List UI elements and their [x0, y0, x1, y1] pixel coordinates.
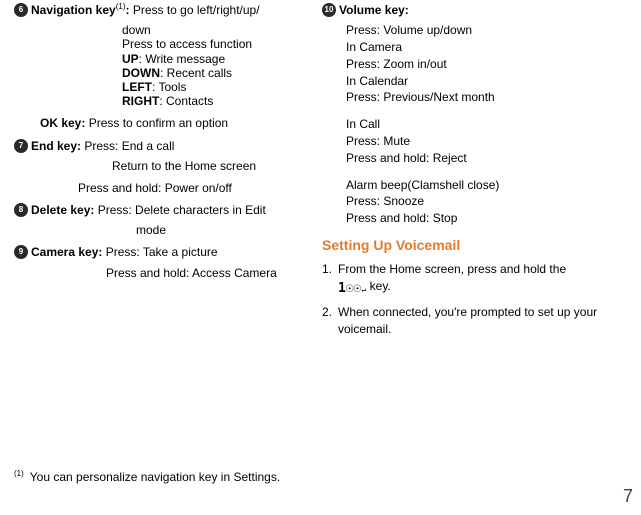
- vol-b3c: Press and hold: Stop: [346, 210, 614, 227]
- nav-right-key: RIGHT: [122, 94, 159, 108]
- delete-key-entry: 8 Delete key: Press: Delete characters i…: [14, 202, 304, 218]
- end-key-l1: Press: End a call: [84, 139, 174, 153]
- left-column: 6 Navigation key(1): Press to go left/ri…: [14, 2, 316, 511]
- right-column: 10 Volume key: Press: Volume up/down In …: [316, 2, 626, 511]
- end-key-l3: Press and hold: Power on/off: [14, 180, 304, 196]
- nav-left-val: : Tools: [152, 80, 186, 94]
- bullet-9-icon: 9: [14, 245, 28, 259]
- volume-block-2: In Call Press: Mute Press and hold: Reje…: [346, 116, 614, 166]
- delete-key-label: Delete key:: [31, 203, 94, 217]
- voicemail-title: Setting Up Voicemail: [322, 237, 614, 253]
- footnote: (1) You can personalize navigation key i…: [14, 468, 304, 487]
- footnote-text: You can personalize navigation key in Se…: [30, 468, 280, 487]
- nav-up-val: : Write message: [139, 52, 225, 66]
- camera-key-l2: Press and hold: Access Camera: [14, 265, 304, 281]
- navigation-key-entry: 6 Navigation key(1): Press to go left/ri…: [14, 2, 304, 18]
- camera-key-label: Camera key:: [31, 245, 102, 259]
- ok-key-desc: Press to confirm an option: [89, 116, 228, 130]
- bullet-6-icon: 6: [14, 3, 28, 17]
- nav-down-key: DOWN: [122, 66, 160, 80]
- voicemail-step-2: 2. When connected, you're prompted to se…: [322, 304, 614, 338]
- voicemail-s1a: From the Home screen, press and hold the: [338, 262, 566, 276]
- bullet-10-icon: 10: [322, 3, 336, 17]
- ok-key-entry: OK key: Press to confirm an option: [40, 115, 304, 131]
- vol-b1b: In Camera: [346, 39, 614, 56]
- nav-up-key: UP: [122, 52, 139, 66]
- bullet-7-icon: 7: [14, 139, 28, 153]
- voicemail-step-1: 1. From the Home screen, press and hold …: [322, 261, 614, 298]
- vol-b2b: Press: Mute: [346, 133, 614, 150]
- vol-b1d: In Calendar: [346, 73, 614, 90]
- vol-b1c: Press: Zoom in/out: [346, 56, 614, 73]
- vol-b3b: Press: Snooze: [346, 193, 614, 210]
- page: 6 Navigation key(1): Press to go left/ri…: [0, 0, 641, 515]
- voicemail-s1b-tail: key.: [366, 279, 390, 293]
- camera-key-entry: 9 Camera key: Press: Take a picture: [14, 244, 304, 260]
- end-key-l2: Return to the Home screen: [14, 158, 304, 174]
- nav-right-val: : Contacts: [159, 94, 213, 108]
- vol-b1a: Press: Volume up/down: [346, 22, 614, 39]
- nav-left-key: LEFT: [122, 80, 152, 94]
- vol-b3a: Alarm beep(Clamshell close): [346, 177, 614, 194]
- end-key-label: End key:: [31, 139, 81, 153]
- voicemail-key-icon: 1☉☉↵: [338, 280, 366, 298]
- volume-key-label: Volume key:: [339, 3, 409, 17]
- nav-down-val: : Recent calls: [160, 66, 232, 80]
- end-key-entry: 7 End key: Press: End a call: [14, 138, 304, 154]
- delete-key-l1: Press: Delete characters in Edit: [98, 203, 266, 217]
- delete-key-l2: mode: [14, 222, 304, 238]
- volume-block-3: Alarm beep(Clamshell close) Press: Snooz…: [346, 177, 614, 227]
- footnote-mark: (1): [14, 468, 24, 487]
- nav-key-desc1: Press to go left/right/up/: [133, 3, 260, 17]
- vol-b1e: Press: Previous/Next month: [346, 89, 614, 106]
- camera-key-l1: Press: Take a picture: [106, 245, 218, 259]
- vol-b2a: In Call: [346, 116, 614, 133]
- volume-block-1: Press: Volume up/down In Camera Press: Z…: [346, 22, 614, 106]
- volume-key-entry: 10 Volume key:: [322, 2, 614, 18]
- voicemail-s2: When connected, you're prompted to set u…: [338, 304, 614, 338]
- vol-b2c: Press and hold: Reject: [346, 150, 614, 167]
- ok-key-label: OK key:: [40, 116, 85, 130]
- bullet-8-icon: 8: [14, 203, 28, 217]
- nav-key-label: Navigation key: [31, 3, 116, 17]
- page-number: 7: [623, 486, 633, 507]
